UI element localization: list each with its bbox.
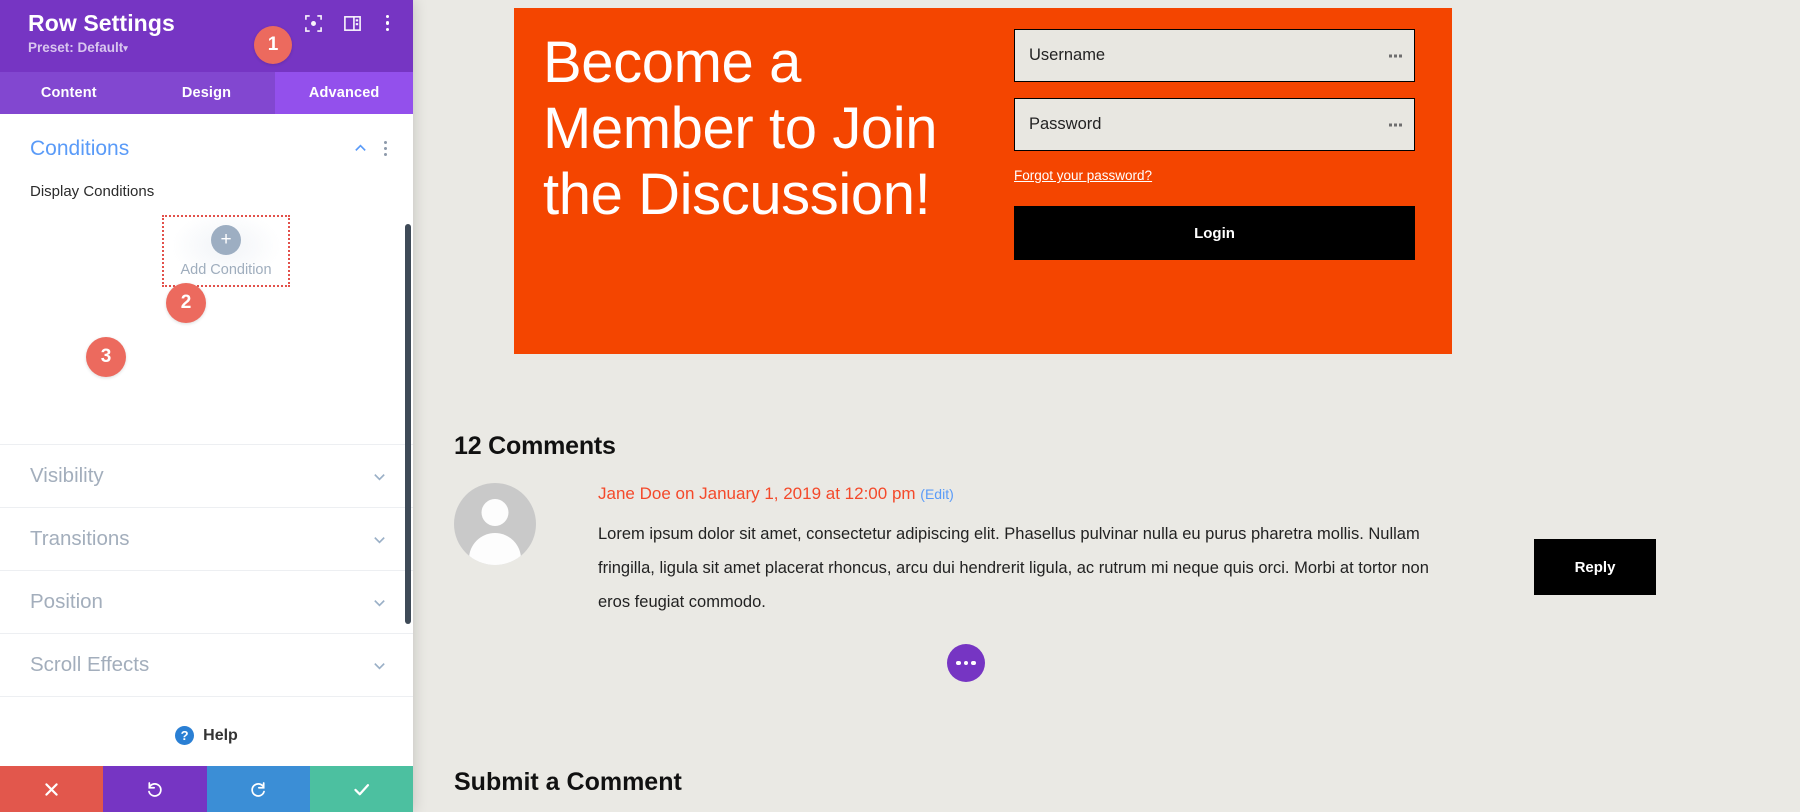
comment-edit-link[interactable]: (Edit) — [920, 486, 953, 502]
conditions-header: Conditions — [30, 136, 387, 162]
sidebar-scrollbar[interactable] — [405, 224, 411, 624]
add-condition-label: Add Condition — [180, 261, 272, 278]
question-mark-icon: ? — [175, 726, 195, 745]
comment-meta: Jane Doe on January 1, 2019 at 12:00 pm … — [598, 483, 1433, 505]
accordion-item-scroll-effects[interactable]: Scroll Effects — [0, 633, 413, 696]
more-vertical-icon[interactable] — [383, 141, 387, 156]
undo-button[interactable] — [103, 766, 207, 812]
password-field[interactable]: Password — [1014, 98, 1415, 151]
page-canvas: Become a Member to Join the Discussion! … — [413, 0, 1800, 812]
builder-fab-button[interactable] — [947, 644, 985, 682]
chevron-down-icon — [372, 532, 387, 547]
login-button[interactable]: Login — [1014, 206, 1415, 260]
advanced-accordion: Visibility Transitions Position Scroll E… — [0, 444, 413, 696]
annotation-badge-2: 2 — [166, 283, 206, 323]
submit-comment-heading: Submit a Comment — [454, 768, 682, 796]
accordion-item-position[interactable]: Position — [0, 570, 413, 633]
divi-builder-screen: Row Settings Preset: Default▾ Content De… — [0, 0, 1800, 812]
tab-content[interactable]: Content — [0, 72, 138, 114]
accordion-item-visibility[interactable]: Visibility — [0, 444, 413, 507]
comment-body: Jane Doe on January 1, 2019 at 12:00 pm … — [598, 483, 1433, 619]
more-vertical-icon[interactable] — [382, 13, 393, 33]
login-form: Username Password Forgot your password? … — [1014, 8, 1452, 354]
help-link[interactable]: ? Help — [0, 696, 413, 766]
preset-selector[interactable]: Preset: Default▾ — [28, 40, 413, 57]
annotation-badge-3: 3 — [86, 337, 126, 377]
dynamic-content-icon[interactable] — [1389, 54, 1402, 57]
save-button[interactable] — [309, 766, 413, 812]
comment-text: Lorem ipsum dolor sit amet, consectetur … — [598, 525, 1429, 611]
username-placeholder: Username — [1029, 46, 1106, 64]
redo-button[interactable] — [206, 766, 310, 812]
password-placeholder: Password — [1029, 115, 1102, 133]
sidebar-header: Row Settings Preset: Default▾ — [0, 0, 413, 72]
preset-label: Preset: Default — [28, 40, 124, 55]
settings-tabs: Content Design Advanced — [0, 72, 414, 114]
tab-advanced[interactable]: Advanced — [275, 72, 414, 114]
cancel-button[interactable] — [0, 766, 104, 812]
username-field[interactable]: Username — [1014, 29, 1415, 82]
add-condition-wrap: + Add Condition — [30, 215, 387, 287]
sidebar-footer — [0, 766, 413, 812]
comments-section: 12 Comments Jane Doe on January 1, 2019 … — [454, 432, 1656, 619]
comment-author-date: Jane Doe on January 1, 2019 at 12:00 pm — [598, 484, 916, 503]
tab-design[interactable]: Design — [137, 72, 276, 114]
chevron-down-icon — [372, 658, 387, 673]
sidebar-header-actions — [304, 13, 393, 33]
chevron-down-icon — [372, 595, 387, 610]
display-conditions-label: Display Conditions — [30, 183, 155, 200]
help-label: Help — [203, 726, 238, 744]
layout-panel-icon[interactable] — [343, 14, 362, 33]
comments-count-heading: 12 Comments — [454, 432, 616, 460]
accordion-label: Transitions — [30, 527, 130, 550]
conditions-title: Conditions — [30, 137, 130, 160]
accordion-label: Scroll Effects — [30, 653, 150, 676]
conditions-section: Conditions Display Conditions + Add Cond… — [0, 114, 413, 287]
forgot-password-link[interactable]: Forgot your password? — [1014, 168, 1152, 183]
membership-hero-row: Become a Member to Join the Discussion! … — [514, 8, 1452, 354]
accordion-item-transitions[interactable]: Transitions — [0, 507, 413, 570]
annotation-badge-1: 1 — [254, 26, 292, 64]
comment-wrapper: Jane Doe on January 1, 2019 at 12:00 pm … — [454, 483, 1656, 619]
settings-sidebar: Row Settings Preset: Default▾ Content De… — [0, 0, 414, 812]
sidebar-body: Conditions Display Conditions + Add Cond… — [0, 114, 413, 766]
focus-target-icon[interactable] — [304, 14, 323, 33]
plus-icon: + — [211, 224, 241, 255]
reply-button[interactable]: Reply — [1534, 539, 1656, 595]
dynamic-content-icon[interactable] — [1389, 123, 1402, 126]
add-condition-button[interactable]: + Add Condition — [162, 215, 290, 287]
chevron-down-icon: ▾ — [123, 43, 128, 53]
accordion-label: Visibility — [30, 464, 104, 487]
comment-item: Jane Doe on January 1, 2019 at 12:00 pm … — [454, 483, 1614, 619]
chevron-down-icon — [372, 469, 387, 484]
conditions-header-actions — [353, 141, 387, 156]
avatar — [454, 483, 536, 565]
hero-heading: Become a Member to Join the Discussion! — [543, 30, 938, 227]
hero-text-column: Become a Member to Join the Discussion! — [514, 8, 1014, 354]
chevron-up-icon[interactable] — [353, 141, 368, 156]
accordion-label: Position — [30, 590, 103, 613]
display-conditions-row: Display Conditions — [30, 183, 387, 201]
